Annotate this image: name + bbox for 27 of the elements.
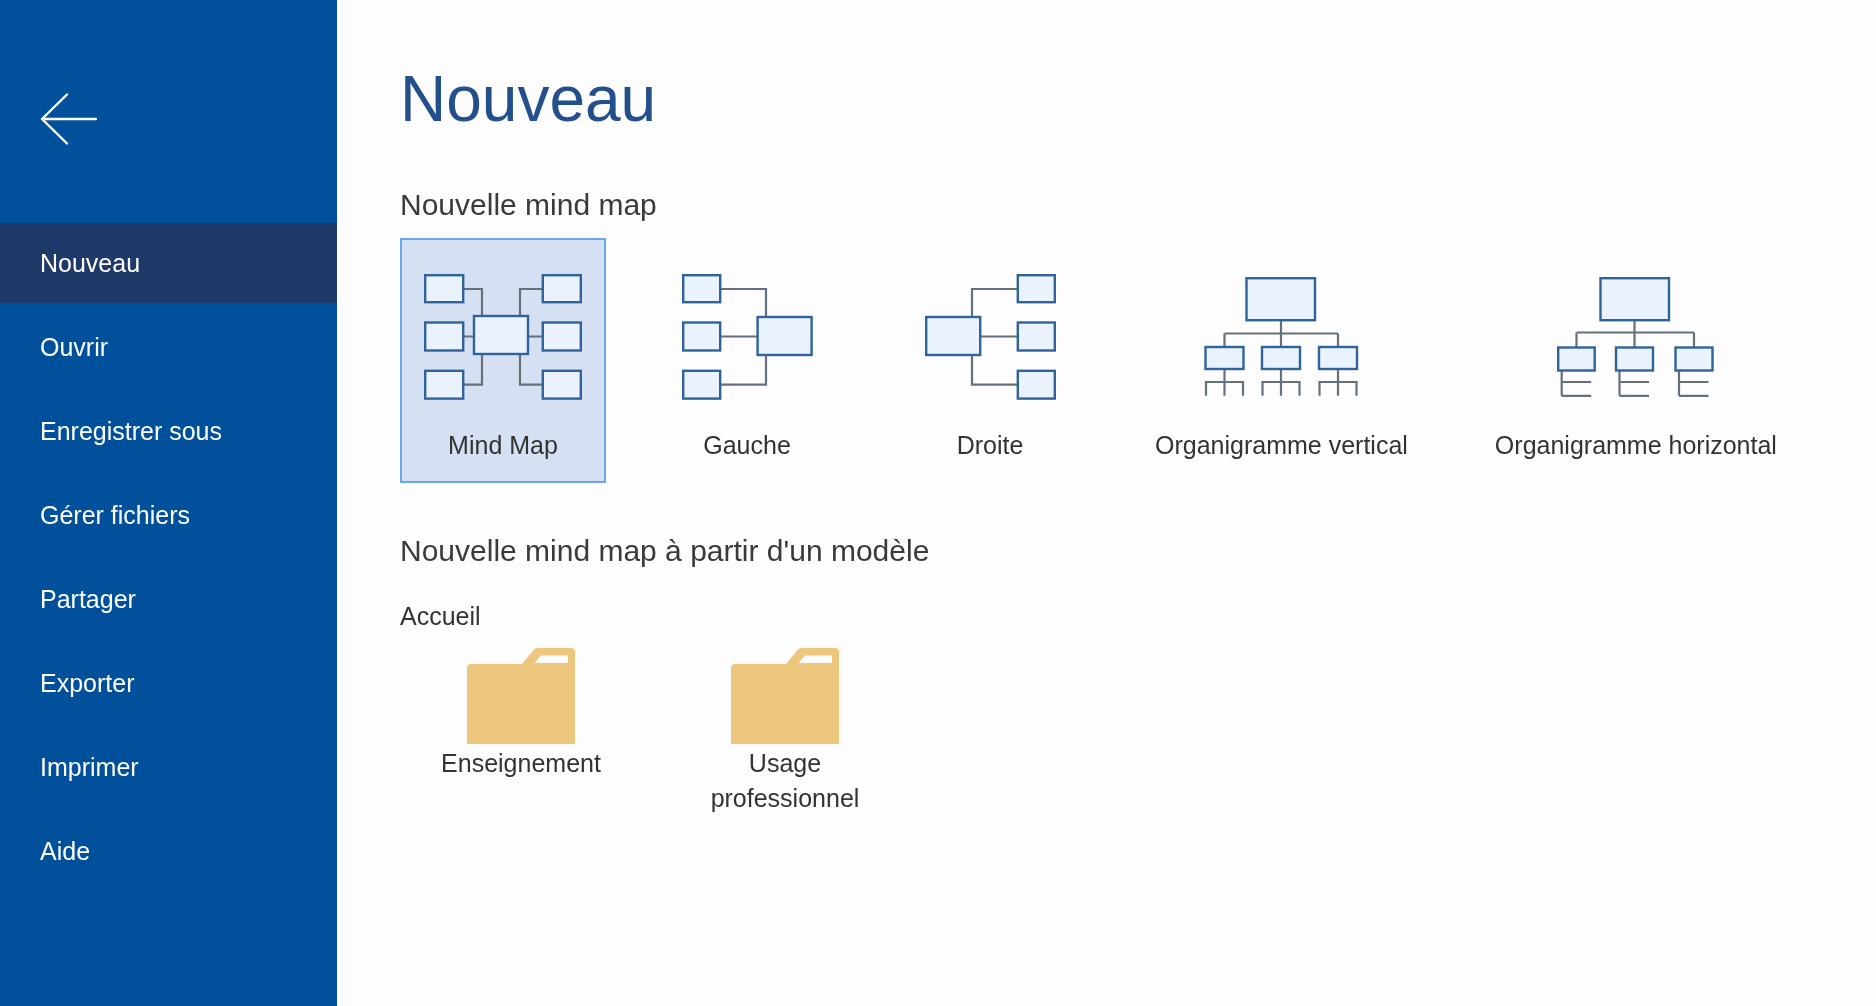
sidebar-item[interactable]: Nouveau (0, 223, 337, 303)
folder-icon (467, 648, 575, 744)
back-arrow-icon (40, 93, 97, 145)
right-tree-diagram-icon (924, 274, 1056, 400)
org-chart-icon (1202, 277, 1360, 397)
template-tile[interactable]: Organigramme horizontal (1470, 238, 1801, 483)
sidebar-item[interactable]: Enregistrer sous (0, 391, 337, 471)
sidebar-item[interactable]: Partager (0, 559, 337, 639)
template-tile[interactable]: Mind Map (400, 238, 606, 483)
folder-icon (731, 648, 839, 744)
folder-item[interactable]: Usage professionnel (664, 648, 906, 816)
section-heading: Nouvelle mind map (400, 190, 657, 220)
sidebar-item[interactable]: Aide (0, 811, 337, 891)
sidebar-item[interactable]: Ouvrir (0, 307, 337, 387)
template-tile[interactable]: Organigramme vertical (1131, 238, 1432, 483)
folder-item[interactable]: Enseignement (400, 648, 642, 816)
sidebar-item[interactable]: Gérer fichiers (0, 475, 337, 555)
section-heading: Nouvelle mind map à partir d'un modèle (400, 536, 930, 566)
left-tree-diagram-icon (681, 274, 813, 400)
org-chart-list-icon (1557, 277, 1715, 397)
page-title: Nouveau (400, 67, 657, 131)
mind-map-icon (424, 274, 582, 400)
breadcrumb-link[interactable]: Accueil (400, 604, 481, 629)
sidebar-item[interactable]: Imprimer (0, 727, 337, 807)
template-tile[interactable]: Droite (888, 238, 1092, 483)
sidebar-item[interactable]: Exporter (0, 643, 337, 723)
template-tile[interactable]: Gauche (645, 238, 849, 483)
